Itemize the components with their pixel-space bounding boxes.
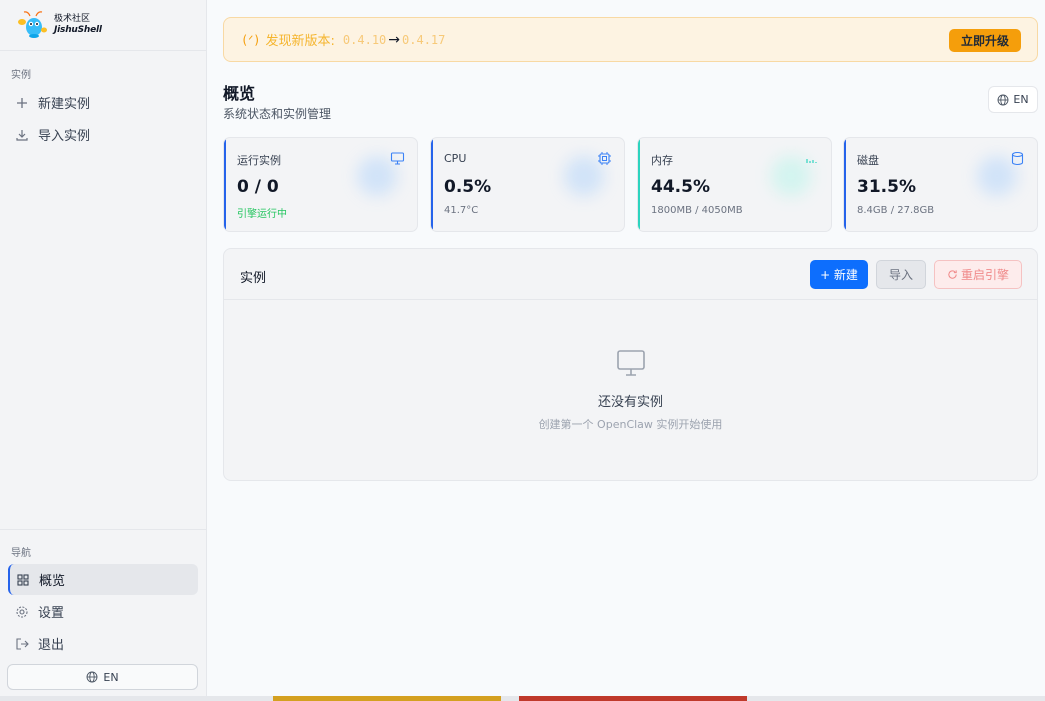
upgrade-button[interactable]: 立即升级 <box>949 29 1021 52</box>
stat-label: 内存 <box>651 154 673 167</box>
empty-title: 还没有实例 <box>597 395 663 410</box>
stat-card-disk: 磁盘 31.5% 8.4GB / 27.8GB <box>843 137 1038 232</box>
sidebar-language-button[interactable]: EN <box>7 664 198 690</box>
logout-icon <box>16 637 29 650</box>
sidebar-item-label: 退出 <box>38 638 65 653</box>
import-button[interactable]: 导入 <box>876 260 926 289</box>
stat-card-cpu: CPU 0.5% 41.7°C <box>430 137 625 232</box>
sidebar: 极术社区 JishuShell 实例 新建实例 导入实例 导航 概览 设置 退出 <box>0 0 207 696</box>
stat-value: 0.5% <box>444 177 492 197</box>
globe-icon <box>997 94 1009 105</box>
language-button[interactable]: EN <box>988 86 1038 113</box>
bars-icon <box>806 159 817 163</box>
language-label: EN <box>103 670 119 684</box>
database-icon <box>1011 151 1024 166</box>
card-accent <box>431 138 433 231</box>
card-accent <box>224 138 226 231</box>
sidebar-item-settings[interactable]: 设置 <box>8 596 198 627</box>
section-label-nav: 导航 <box>11 548 31 559</box>
stat-sub: 1800MB / 4050MB <box>651 205 743 216</box>
sidebar-item-label: 导入实例 <box>38 129 91 144</box>
empty-description: 创建第一个 OpenClaw 实例开始使用 <box>538 418 723 431</box>
empty-state: 还没有实例 创建第一个 OpenClaw 实例开始使用 <box>224 349 1037 432</box>
arrow-right-icon: → <box>388 31 401 48</box>
refresh-icon <box>948 270 957 279</box>
taskbar-item <box>273 696 501 701</box>
globe-icon <box>86 671 98 683</box>
plus-icon <box>17 97 27 108</box>
loading-icon: (ᐟ) <box>241 32 261 47</box>
sidebar-item-overview[interactable]: 概览 <box>8 564 198 595</box>
stat-card-memory: 内存 44.5% 1800MB / 4050MB <box>637 137 832 232</box>
section-label-instances: 实例 <box>11 70 31 81</box>
stat-value: 44.5% <box>651 177 710 197</box>
stat-value: 0 / 0 <box>237 177 279 197</box>
language-label: EN <box>1013 93 1029 106</box>
sidebar-item-import-instance[interactable]: 导入实例 <box>8 119 198 150</box>
instances-header: 实例 + 新建 导入 重启引擎 <box>224 249 1037 300</box>
stat-value: 31.5% <box>857 177 916 197</box>
sidebar-item-label: 新建实例 <box>38 97 91 112</box>
main-content: (ᐟ) 发现新版本: 0.4.10 → 0.4.17 立即升级 概览 系统状态和… <box>207 0 1045 696</box>
chip-icon <box>598 152 611 165</box>
page-subtitle: 系统状态和实例管理 <box>223 107 332 121</box>
new-version: 0.4.17 <box>402 32 446 47</box>
sidebar-item-label: 设置 <box>38 606 65 621</box>
stat-label: 磁盘 <box>857 154 879 167</box>
divider <box>0 529 206 530</box>
stats-row: 运行实例 0 / 0 引擎运行中 CPU 0.5% 41.7°C 内存 44.5… <box>223 137 1038 232</box>
divider <box>0 50 206 51</box>
update-banner: (ᐟ) 发现新版本: 0.4.10 → 0.4.17 立即升级 <box>223 17 1038 62</box>
sidebar-item-new-instance[interactable]: 新建实例 <box>8 87 198 118</box>
brand-name-en: JishuShell <box>54 25 102 35</box>
stat-card-instances: 运行实例 0 / 0 引擎运行中 <box>223 137 418 232</box>
current-version: 0.4.10 <box>342 32 387 47</box>
instances-panel: 实例 + 新建 导入 重启引擎 还没有实例 创建第一个 OpenClaw 实例开… <box>223 248 1038 481</box>
instances-title: 实例 <box>240 271 267 286</box>
stat-sub: 引擎运行中 <box>237 209 287 220</box>
brand-name-cn: 极术社区 <box>54 14 91 24</box>
lobster-logo-icon <box>18 11 47 38</box>
brand[interactable]: 极术社区 JishuShell <box>16 10 102 40</box>
sidebar-item-label: 概览 <box>39 574 66 589</box>
grid-icon <box>17 573 29 586</box>
gear-icon <box>16 605 28 618</box>
card-accent <box>638 138 640 231</box>
new-instance-button[interactable]: + 新建 <box>810 260 868 289</box>
taskbar-item <box>519 696 747 701</box>
download-icon <box>16 129 28 141</box>
taskbar-strip <box>0 696 1045 701</box>
stat-sub: 8.4GB / 27.8GB <box>857 205 935 216</box>
monitor-icon <box>616 350 645 376</box>
restart-engine-button[interactable]: 重启引擎 <box>934 260 1022 289</box>
stat-label: 运行实例 <box>237 154 281 167</box>
restart-label: 重启引擎 <box>960 268 1009 282</box>
sidebar-item-logout[interactable]: 退出 <box>8 628 198 659</box>
stat-label: CPU <box>444 152 467 165</box>
page-title: 概览 <box>223 84 256 103</box>
update-text: 发现新版本: <box>265 34 335 49</box>
card-accent <box>844 138 846 231</box>
monitor-icon <box>390 152 405 165</box>
app-window: 极术社区 JishuShell 实例 新建实例 导入实例 导航 概览 设置 退出 <box>0 0 1045 696</box>
stat-sub: 41.7°C <box>444 205 479 216</box>
